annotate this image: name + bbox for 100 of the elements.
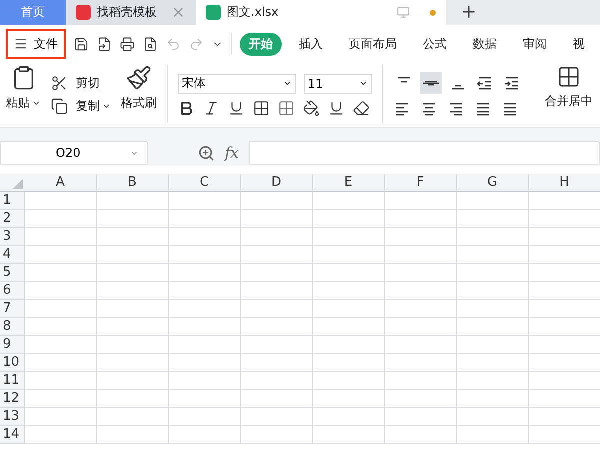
dropdown-caret-icon[interactable]: [283, 79, 292, 88]
grid-cell[interactable]: [313, 264, 385, 282]
grid-cell[interactable]: [97, 282, 169, 300]
grid-cell[interactable]: [241, 264, 313, 282]
grid-cell[interactable]: [97, 192, 169, 210]
cell-style-icon[interactable]: [278, 100, 295, 116]
column-header[interactable]: B: [97, 174, 169, 192]
grid-cell[interactable]: [313, 192, 385, 210]
grid-cell[interactable]: [313, 228, 385, 246]
grid-cell[interactable]: [97, 210, 169, 228]
row-header[interactable]: 5: [0, 264, 25, 282]
grid-cell[interactable]: [97, 372, 169, 390]
grid-cell[interactable]: [25, 210, 97, 228]
column-header[interactable]: D: [241, 174, 313, 192]
print-icon[interactable]: [120, 36, 135, 52]
grid-cell[interactable]: [25, 354, 97, 372]
grid-cell[interactable]: [97, 336, 169, 354]
copy-button[interactable]: 复制: [76, 98, 111, 115]
close-icon[interactable]: [171, 5, 186, 20]
document-tab[interactable]: 找稻壳模板: [66, 0, 196, 25]
grid-cell[interactable]: [169, 390, 241, 408]
grid-cell[interactable]: [25, 264, 97, 282]
grid-cell[interactable]: [169, 300, 241, 318]
grid-cell[interactable]: [385, 354, 457, 372]
row-header[interactable]: 11: [0, 372, 25, 390]
fx-label[interactable]: fx: [225, 144, 240, 162]
grid-cell[interactable]: [385, 228, 457, 246]
grid-cell[interactable]: [241, 192, 313, 210]
cut-button[interactable]: 剪切: [76, 75, 100, 92]
grid-cell[interactable]: [457, 246, 529, 264]
row-header[interactable]: 2: [0, 210, 25, 228]
row-header[interactable]: 7: [0, 300, 25, 318]
row-header[interactable]: 13: [0, 408, 25, 426]
grid-cell[interactable]: [313, 318, 385, 336]
row-header[interactable]: 3: [0, 228, 25, 246]
print-preview-icon[interactable]: [142, 36, 158, 52]
grid-cell[interactable]: [457, 318, 529, 336]
grid-cell[interactable]: [97, 318, 169, 336]
paintbrush-icon[interactable]: [126, 65, 152, 91]
grid-cell[interactable]: [457, 228, 529, 246]
column-header[interactable]: A: [25, 174, 97, 192]
italic-icon[interactable]: [203, 100, 220, 116]
row-header[interactable]: 12: [0, 390, 25, 408]
grid-cell[interactable]: [385, 264, 457, 282]
grid-cell[interactable]: [97, 228, 169, 246]
column-header[interactable]: G: [457, 174, 529, 192]
grid-cell[interactable]: [25, 282, 97, 300]
grid-cell[interactable]: [169, 426, 241, 444]
grid-cell[interactable]: [241, 390, 313, 408]
grid-cell[interactable]: [385, 300, 457, 318]
grid-cell[interactable]: [385, 246, 457, 264]
paste-button[interactable]: 粘贴: [6, 95, 41, 112]
grid-cell[interactable]: [457, 426, 529, 444]
grid-cell[interactable]: [313, 372, 385, 390]
grid-cell[interactable]: [457, 300, 529, 318]
grid-cell[interactable]: [169, 372, 241, 390]
document-tab[interactable]: 图文.xlsx: [196, 0, 446, 25]
column-header[interactable]: F: [385, 174, 457, 192]
grid-cell[interactable]: [385, 318, 457, 336]
grid-cell[interactable]: [385, 408, 457, 426]
grid-cell[interactable]: [97, 246, 169, 264]
grid-cell[interactable]: [97, 390, 169, 408]
font-size-field[interactable]: 11: [304, 74, 372, 94]
name-box[interactable]: O20: [0, 141, 148, 165]
grid-cell[interactable]: [313, 210, 385, 228]
font-color-icon[interactable]: [328, 100, 345, 116]
grid-cell[interactable]: [241, 336, 313, 354]
grid-cell[interactable]: [385, 282, 457, 300]
grid-cell[interactable]: [241, 408, 313, 426]
export-icon[interactable]: [96, 36, 112, 52]
grid-cell[interactable]: [25, 192, 97, 210]
grid-cell[interactable]: [25, 246, 97, 264]
grid-cell[interactable]: [457, 264, 529, 282]
grid-cell[interactable]: [241, 246, 313, 264]
grid-cell[interactable]: [457, 372, 529, 390]
ribbon-tab[interactable]: 插入: [290, 32, 332, 56]
format-painter-button[interactable]: 格式刷: [121, 95, 157, 112]
grid-cell[interactable]: [169, 228, 241, 246]
new-tab-icon[interactable]: [460, 3, 478, 21]
grid-cell[interactable]: [25, 390, 97, 408]
grid-cell[interactable]: [313, 354, 385, 372]
cut-icon[interactable]: [51, 75, 68, 92]
ribbon-tab[interactable]: 页面布局: [340, 32, 406, 56]
grid-cell[interactable]: [313, 390, 385, 408]
grid-cell[interactable]: [169, 282, 241, 300]
grid-cell[interactable]: [385, 336, 457, 354]
grid-cell[interactable]: [97, 408, 169, 426]
grid-cell[interactable]: [169, 354, 241, 372]
row-header[interactable]: 1: [0, 192, 25, 210]
grid-cell[interactable]: [313, 282, 385, 300]
grid-cell[interactable]: [241, 426, 313, 444]
row-header[interactable]: 6: [0, 282, 25, 300]
merge-icon[interactable]: [557, 65, 581, 89]
column-header[interactable]: C: [169, 174, 241, 192]
row-header[interactable]: 4: [0, 246, 25, 264]
column-header[interactable]: E: [313, 174, 385, 192]
grid-cell[interactable]: [241, 210, 313, 228]
grid-cell[interactable]: [97, 264, 169, 282]
file-menu-button[interactable]: 文件: [6, 29, 66, 59]
grid-cell[interactable]: [169, 192, 241, 210]
